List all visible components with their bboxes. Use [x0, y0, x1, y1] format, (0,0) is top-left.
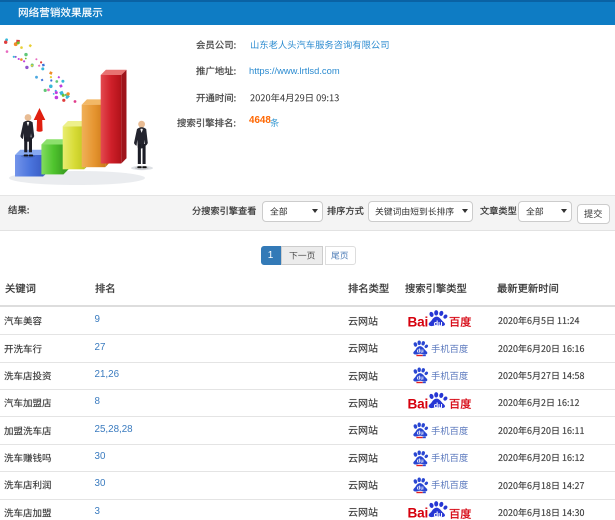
svg-text:du: du [434, 510, 443, 519]
svg-text:du: du [417, 431, 424, 437]
svg-text:du: du [434, 401, 443, 410]
svg-text:Bai: Bai [408, 396, 429, 411]
svg-text:du: du [434, 318, 443, 327]
svg-text:du: du [417, 349, 424, 355]
svg-text:du: du [417, 458, 424, 464]
svg-text:du: du [417, 376, 424, 382]
svg-text:Bai: Bai [408, 314, 429, 329]
svg-text:Bai: Bai [408, 505, 429, 520]
svg-text:du: du [417, 485, 424, 491]
